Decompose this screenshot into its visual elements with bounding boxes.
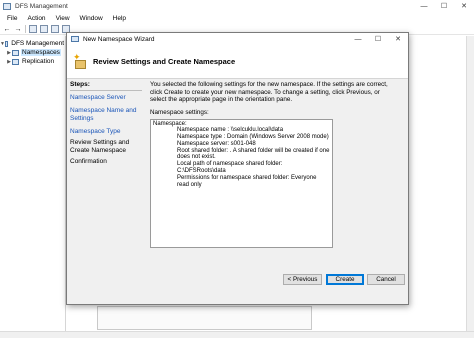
menu-view[interactable]: View (51, 15, 75, 22)
setting-namespace-name: Namespace name : \\selcuklu.local\data (177, 127, 284, 134)
orientation-pane: Steps: Namespace Server Namespace Name a… (67, 80, 145, 305)
step-confirmation: Confirmation (70, 158, 107, 165)
main-window-controls: — ☐ ✕ (414, 0, 474, 12)
previous-button[interactable]: < Previous (283, 274, 322, 285)
wizard-heading: Review Settings and Create Namespace (93, 57, 236, 66)
wizard-content: You selected the following settings for … (150, 80, 404, 305)
main-title-bar: DFS Management — ☐ ✕ (0, 0, 474, 12)
settings-heading: Namespace: (153, 120, 187, 127)
menu-file[interactable]: File (2, 15, 22, 22)
tree-root-label: DFS Management (11, 40, 64, 47)
menu-help[interactable]: Help (108, 15, 131, 22)
dialog-window-controls: — ☐ ✕ (348, 33, 408, 45)
wizard-buttons: < Previous Create Cancel (67, 274, 408, 286)
step-namespace-type[interactable]: Namespace Type (70, 128, 142, 136)
namespaces-folder-icon (12, 49, 19, 56)
menu-action[interactable]: Action (22, 15, 50, 22)
dialog-title-bar: New Namespace Wizard — ☐ ✕ (67, 33, 408, 45)
wizard-window-icon (71, 36, 79, 42)
dialog-close-button[interactable]: ✕ (388, 33, 408, 45)
console-tree-icon[interactable] (29, 25, 37, 33)
horizontal-scrollbar[interactable] (0, 331, 474, 338)
new-namespace-wizard-dialog: New Namespace Wizard — ☐ ✕ ✦ Review Sett… (66, 32, 409, 305)
console-tree: ▼ DFS Management ▶ Namespaces ▶ Replicat… (0, 36, 66, 338)
setting-permissions: Permissions for namespace shared folder:… (177, 174, 317, 188)
properties-icon[interactable] (40, 25, 48, 33)
step-namespace-name-settings[interactable]: Namespace Name and Settings (70, 107, 142, 123)
menu-window[interactable]: Window (75, 15, 108, 22)
steps-title: Steps: (70, 81, 142, 91)
main-maximize-button[interactable]: ☐ (434, 0, 454, 12)
main-minimize-button[interactable]: — (414, 0, 434, 12)
dialog-maximize-button[interactable]: ☐ (368, 33, 388, 45)
wizard-header: ✦ Review Settings and Create Namespace (67, 45, 408, 79)
setting-local-path: Local path of namespace shared folder: C… (177, 161, 283, 175)
forward-arrow-icon[interactable]: → (14, 25, 22, 33)
main-close-button[interactable]: ✕ (454, 0, 474, 12)
intro-text: You selected the following settings for … (150, 81, 388, 103)
setting-root-shared-folder: Root shared folder: . A shared folder wi… (177, 147, 330, 161)
main-window-title: DFS Management (15, 2, 68, 10)
results-pane-detail (97, 306, 312, 330)
setting-namespace-server: Namespace server: s001-048 (177, 140, 256, 147)
settings-label: Namespace settings: (150, 108, 209, 116)
create-button[interactable]: Create (326, 274, 364, 285)
tree-root[interactable]: ▼ DFS Management (0, 39, 65, 48)
settings-summary-box[interactable]: Namespace: Namespace name : \\selcuklu.l… (150, 118, 333, 248)
tree-item-replication[interactable]: ▶ Replication (0, 57, 65, 66)
wizard-body: Steps: Namespace Server Namespace Name a… (67, 80, 408, 305)
export-list-icon[interactable] (51, 25, 59, 33)
cancel-button[interactable]: Cancel (367, 274, 405, 285)
vertical-scrollbar[interactable] (466, 36, 474, 331)
dfs-app-icon (3, 2, 11, 10)
tree-item-label: Namespaces (21, 49, 61, 56)
tree-item-namespaces[interactable]: ▶ Namespaces (0, 48, 65, 57)
step-review-settings: Review Settings and Create Namespace (70, 139, 130, 154)
step-namespace-server[interactable]: Namespace Server (70, 94, 142, 102)
dialog-title: New Namespace Wizard (83, 35, 155, 43)
menu-bar: File Action View Window Help (0, 13, 474, 24)
dfs-management-icon (4, 40, 9, 47)
setting-namespace-type: Namespace type : Domain (Windows Server … (177, 134, 329, 141)
tree-item-label: Replication (22, 58, 55, 65)
toolbar-separator (25, 25, 26, 33)
dialog-minimize-button[interactable]: — (348, 33, 368, 45)
back-arrow-icon[interactable]: ← (3, 25, 11, 33)
wizard-box-icon: ✦ (73, 53, 87, 70)
replication-icon (12, 58, 19, 65)
